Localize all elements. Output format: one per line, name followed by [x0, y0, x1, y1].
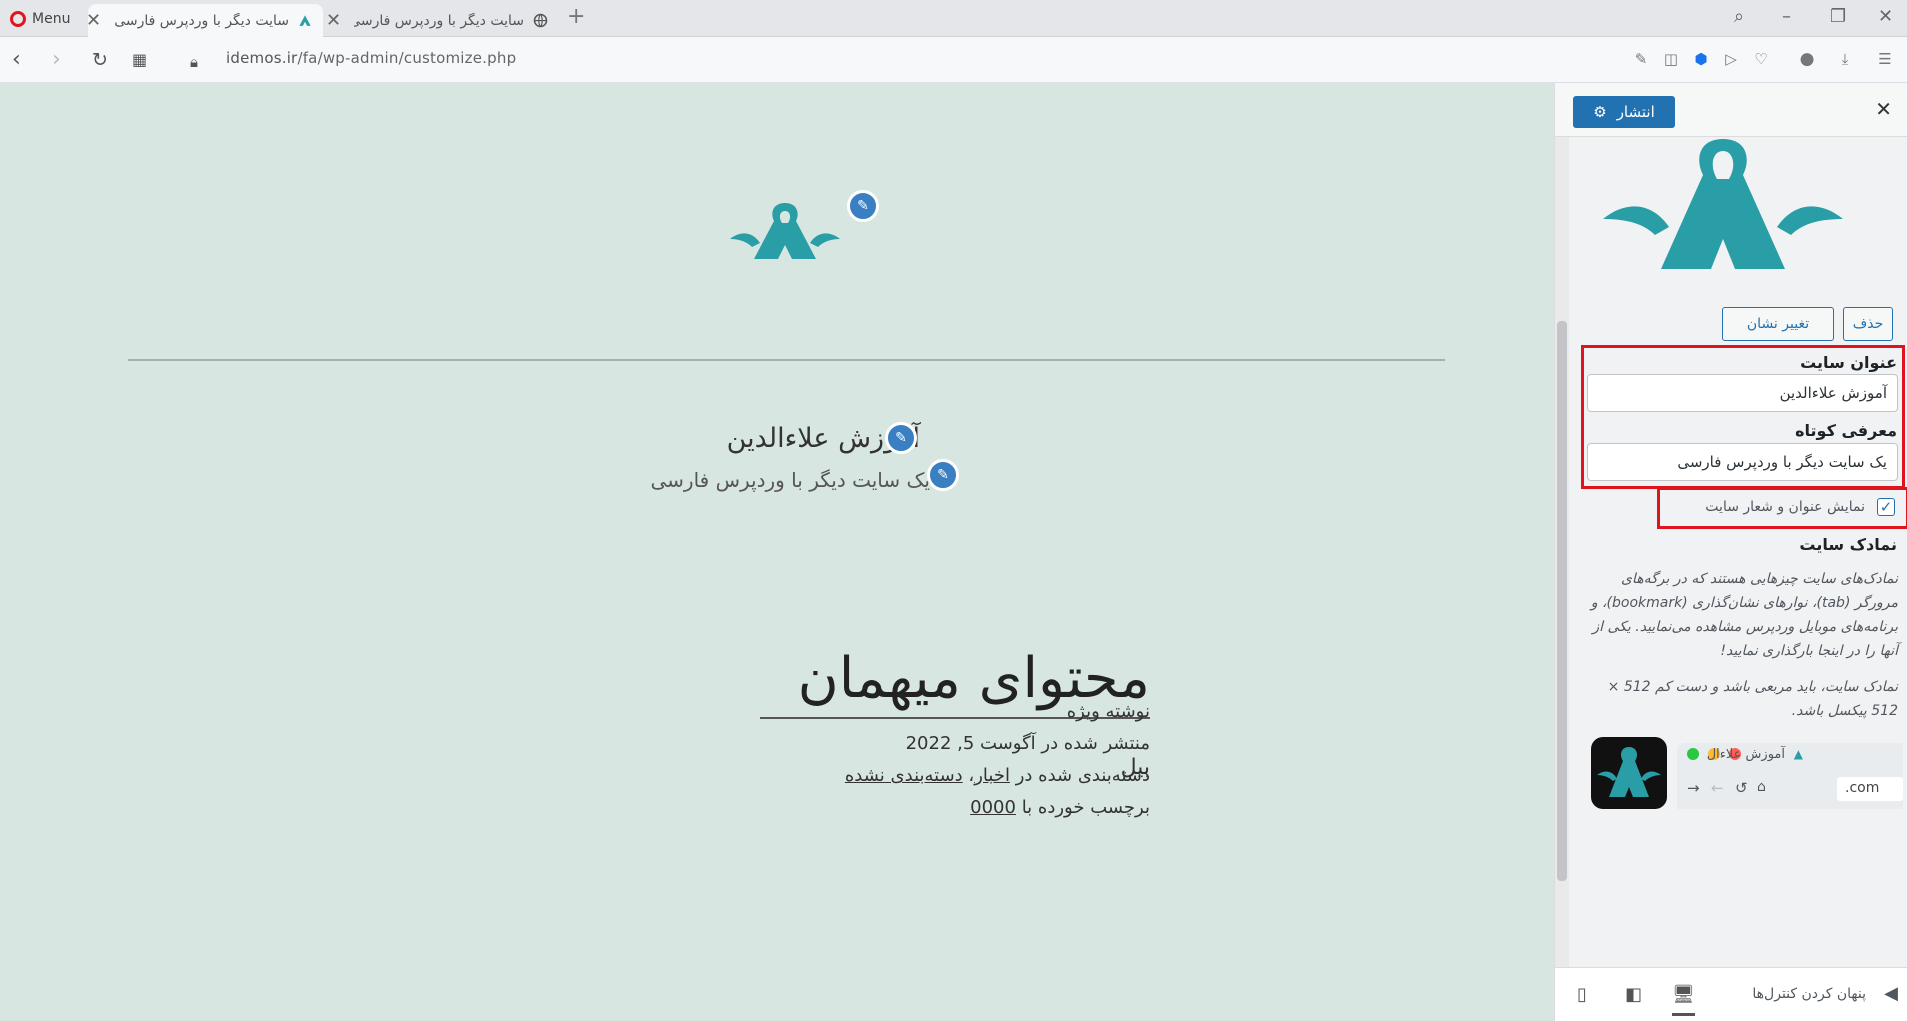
heart-icon[interactable]: ♡	[1752, 50, 1770, 68]
tab-title: سایت دیگر با وردپرس فارسی	[114, 12, 289, 29]
category-link[interactable]: دسته‌بندی نشده	[845, 765, 963, 786]
meta-featured: نوشته ویژه	[1066, 701, 1150, 722]
meta-categories-prefix: دسته‌بندی شده در	[1015, 765, 1150, 786]
site-logo[interactable]	[730, 203, 840, 283]
site-tagline[interactable]: یک سایت دیگر با وردپرس فارسی	[600, 468, 930, 492]
site-title-input[interactable]: آموزش علاءالدین	[1587, 374, 1898, 412]
restore-icon[interactable]: ❐	[1830, 6, 1846, 27]
menu-label: Menu	[32, 11, 71, 27]
mobile-preview-icon[interactable]: ▯	[1577, 984, 1587, 1005]
tag-link[interactable]: 0000	[970, 797, 1016, 818]
url-path: /fa/wp-admin/customize.php	[297, 49, 517, 67]
browser-menu-button[interactable]: Menu	[6, 6, 82, 32]
site-title[interactable]: آموزش علاءالدین	[680, 423, 920, 454]
desktop-preview-icon[interactable]: 🖥︎	[1672, 984, 1695, 1016]
forward-icon[interactable]: ›	[52, 47, 61, 73]
vpn-shield-icon[interactable]: ⬢	[1692, 50, 1710, 68]
send-icon[interactable]: ▷	[1722, 50, 1740, 68]
tab-preview-url: .com	[1837, 777, 1903, 801]
browser-tab-preview: آموزش علاءال ▲ → ← ↺ ⌂ .com	[1677, 743, 1903, 809]
search-tabs-icon[interactable]: ⌕	[1734, 6, 1744, 27]
panel-scrollbar[interactable]	[1555, 137, 1569, 967]
address-bar: ‹ › ↻ ▦ 🔒︎ idemos.ir/fa/wp-admin/customi…	[0, 37, 1907, 83]
logo-preview	[1603, 139, 1843, 269]
publish-button[interactable]: ⚙ انتشار	[1573, 96, 1675, 128]
meta-tags: برچسب خورده با 0000	[750, 797, 1150, 818]
easy-setup-icon[interactable]: ☰	[1876, 50, 1894, 68]
edit-title-button[interactable]: ✎	[885, 422, 917, 454]
reload-icon: ↺	[1735, 779, 1748, 797]
snapshot-edit-icon[interactable]: ✎	[1632, 50, 1650, 68]
customizer-footer: ▯ ◧ 🖥︎ پنهان کردن کنترل‌ها ◀	[1555, 967, 1907, 1021]
arrow-right-icon: →	[1687, 779, 1700, 797]
display-title-label: نمایش عنوان و شعار سایت	[1705, 499, 1865, 515]
header-divider	[128, 359, 1445, 361]
site-icon-heading: نمادک سایت	[1799, 535, 1897, 554]
profile-icon[interactable]: ●	[1798, 50, 1816, 68]
hide-controls-icon[interactable]: ◀	[1884, 983, 1898, 1004]
tab-close-icon[interactable]: ✕	[326, 10, 341, 31]
tab-preview-title: آموزش علاءال	[1706, 747, 1785, 762]
reload-icon[interactable]: ↻	[92, 47, 108, 73]
site-icon-requirement: نمادک سایت، باید مربعی باشد و دست کم 512…	[1607, 679, 1898, 719]
site-favicon-icon	[297, 13, 313, 29]
home-icon: ⌂	[1757, 779, 1766, 795]
speed-dial-icon[interactable]: ▦	[132, 47, 147, 73]
change-logo-button[interactable]: تغییر نشان	[1722, 307, 1834, 341]
edit-logo-button[interactable]: ✎	[847, 190, 879, 222]
meta-published: منتشر شده در آگوست 5, 2022	[905, 733, 1150, 754]
globe-icon	[532, 13, 548, 29]
window-close-icon[interactable]: ✕	[1878, 6, 1893, 27]
tab-customize[interactable]: سایت دیگر با وردپرس فارسی ✕	[86, 4, 323, 37]
back-icon[interactable]: ‹	[12, 47, 21, 73]
tagline-label: معرفی کوتاه	[1795, 421, 1897, 440]
customizer-panel: ⚙ انتشار ✕ حذف تغییر نشان عنوان سایت آمو…	[1554, 83, 1907, 1021]
remove-logo-button[interactable]: حذف	[1843, 307, 1893, 341]
category-link[interactable]: اخبار	[974, 765, 1010, 786]
tablet-preview-icon[interactable]: ◧	[1625, 984, 1642, 1005]
display-title-checkbox[interactable]: ✓	[1877, 498, 1895, 516]
meta-tags-prefix: برچسب خورده با	[1021, 797, 1150, 818]
meta-categories: دسته‌بندی شده در اخبار، دسته‌بندی نشده	[844, 765, 1150, 786]
url-host: idemos.ir	[226, 49, 298, 67]
download-icon[interactable]: ⤓	[1836, 50, 1854, 68]
gear-icon[interactable]: ⚙	[1593, 103, 1606, 121]
hide-controls-label[interactable]: پنهان کردن کنترل‌ها	[1752, 986, 1866, 1002]
arrow-left-icon: ←	[1711, 779, 1724, 797]
tab-site[interactable]: سایت دیگر با وردپرس فارسی ✕	[326, 4, 558, 37]
site-icon-description: نمادک‌های سایت چیزهایی هستند که در برگه‌…	[1590, 571, 1898, 659]
close-customizer-icon[interactable]: ✕	[1875, 97, 1892, 121]
tab-close-icon[interactable]: ✕	[86, 10, 101, 31]
site-title-label: عنوان سایت	[1800, 353, 1897, 372]
publish-label: انتشار	[1616, 103, 1655, 121]
customizer-header: ⚙ انتشار ✕	[1555, 83, 1907, 137]
tagline-input[interactable]: یک سایت دیگر با وردپرس فارسی	[1587, 443, 1898, 481]
traffic-light-green	[1687, 748, 1699, 760]
app-icon-preview	[1591, 737, 1667, 809]
site-favicon-icon: ▲	[1793, 747, 1803, 761]
minimize-icon[interactable]: –	[1782, 6, 1791, 27]
tab-title: سایت دیگر با وردپرس فارسی	[354, 12, 524, 29]
browser-tab-bar: Menu سایت دیگر با وردپرس فارسی ✕ سایت دی…	[0, 0, 1907, 37]
camera-icon[interactable]: ◫	[1662, 50, 1680, 68]
lock-icon: 🔒︎	[190, 53, 198, 71]
edit-tagline-button[interactable]: ✎	[927, 459, 959, 491]
site-preview: ✎ آموزش علاءالدین ✎ یک سایت دیگر با وردپ…	[0, 83, 1554, 1021]
url-field[interactable]: idemos.ir/fa/wp-admin/customize.php	[226, 49, 516, 67]
new-tab-button[interactable]: +	[567, 4, 585, 29]
opera-logo-icon	[10, 11, 26, 27]
